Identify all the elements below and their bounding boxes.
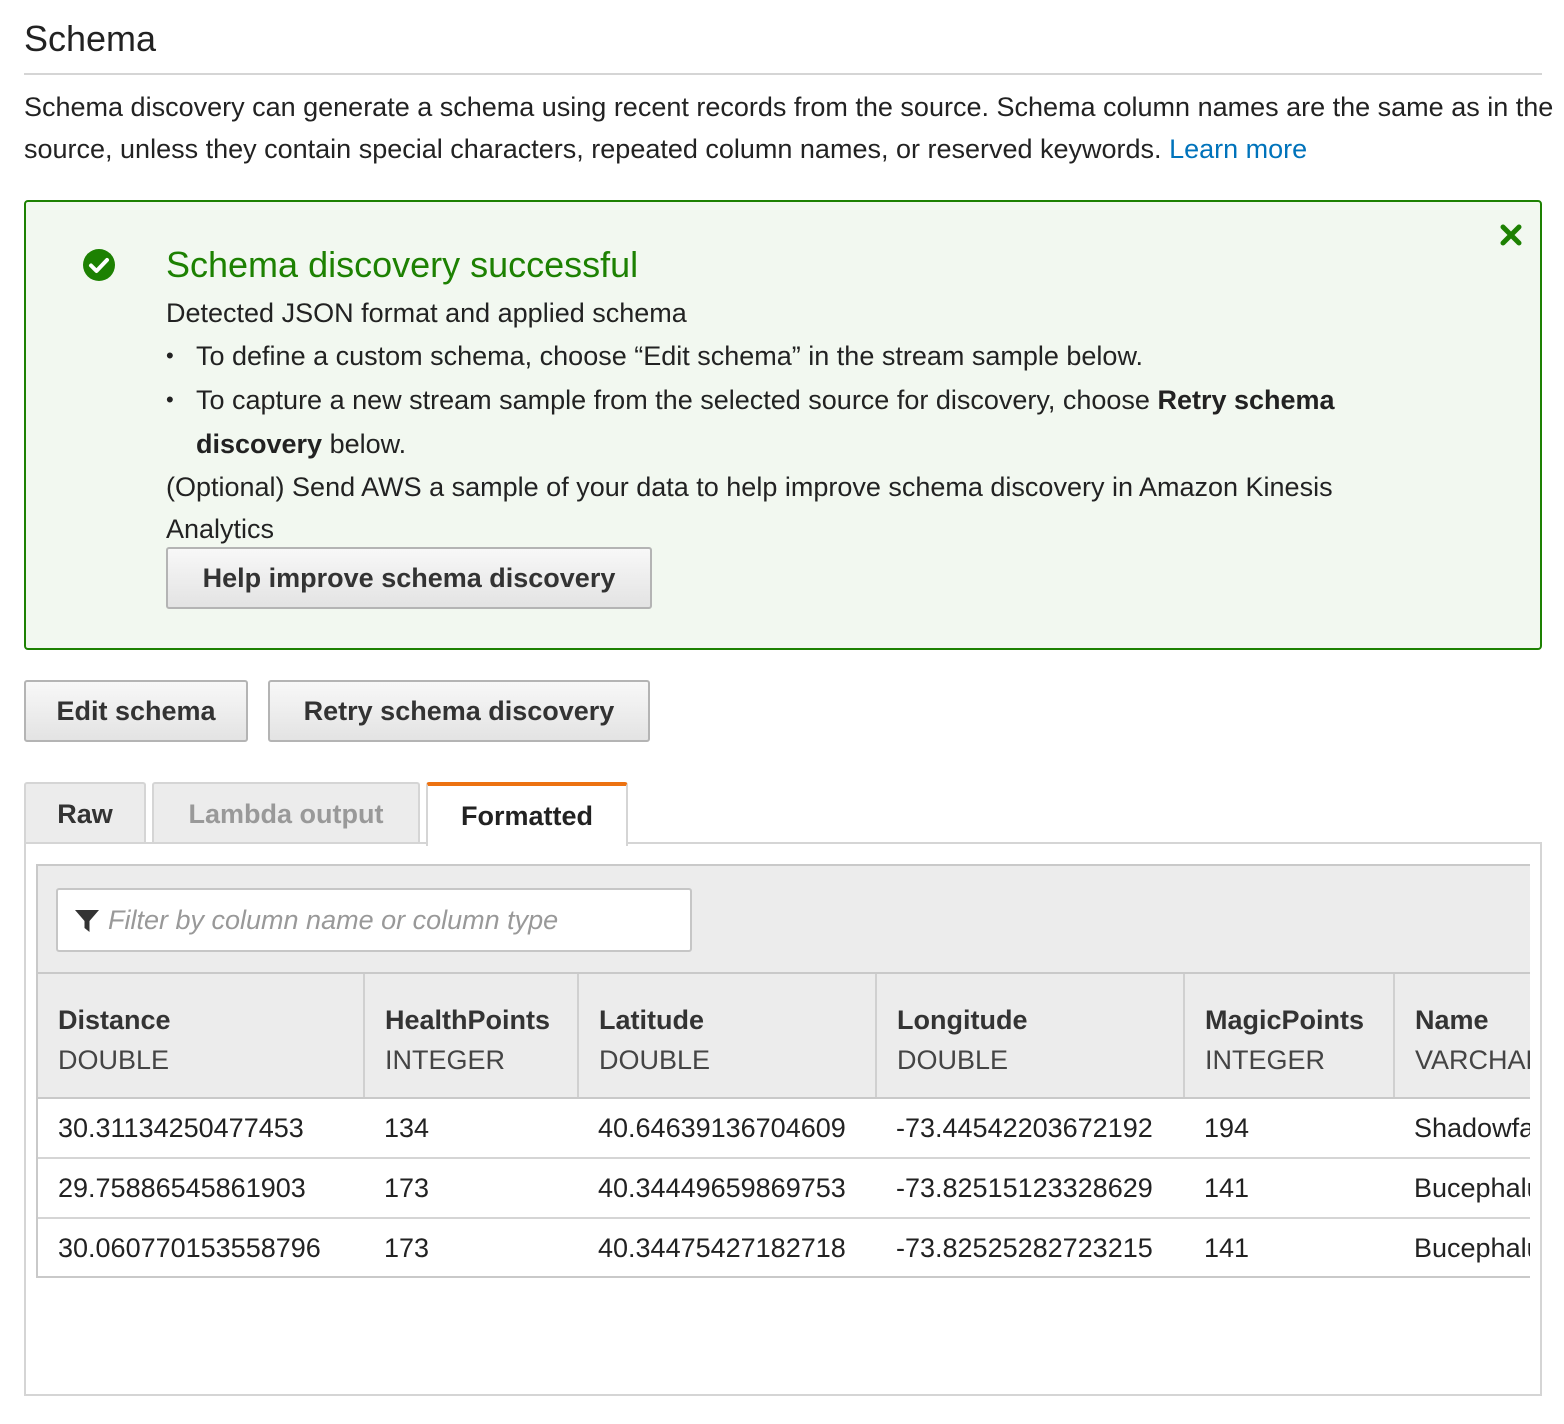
column-header[interactable]: NameVARCHAR (1394, 974, 1530, 1099)
filter-input[interactable] (108, 900, 678, 940)
table-cell: 29.75886545861903 (38, 1158, 364, 1219)
table-cell: -73.44542203672192 (876, 1098, 1184, 1159)
column-header[interactable]: Distance DOUBLE (38, 974, 365, 1099)
help-improve-button[interactable]: Help improve schema discovery (166, 547, 652, 609)
section-title: Schema (24, 18, 157, 59)
alert-title: Schema discovery successful (166, 244, 639, 285)
table-cell: 30.31134250477453 (38, 1098, 364, 1159)
table-header-row: Distance DOUBLE HealthPoints INTEGER Latit… (38, 974, 1530, 1099)
table-row: 29.75886545861903 173 40.34449659869753 … (38, 1158, 1530, 1219)
table-cell: Shadowfax (1394, 1098, 1530, 1159)
description-text: Schema discovery can generate a schema u… (24, 92, 1554, 164)
table-cell: 40.34475427182718 (598, 1233, 846, 1263)
retry-schema-button[interactable]: Retry schema discovery (268, 680, 650, 742)
success-alert: Schema discovery successful Detected JSO… (24, 200, 1542, 650)
table-cell: 40.34449659869753 (578, 1158, 876, 1219)
filter-box[interactable] (56, 888, 692, 952)
title-divider (24, 73, 1542, 75)
table-cell: 141 (1184, 1158, 1394, 1219)
grid-toolbar (38, 866, 1530, 974)
table-cell: 173 (364, 1158, 578, 1219)
tab-formatted[interactable]: Formatted (426, 782, 628, 846)
schema-grid: DistanceDOUBLE HealthPointsINTEGER Latit… (36, 864, 1530, 1278)
table-cell: 194 (1184, 1098, 1394, 1159)
filter-icon (75, 910, 99, 932)
column-header[interactable]: Latitude DOUBLE (578, 974, 877, 1099)
close-icon[interactable] (1496, 220, 1526, 250)
alert-bullet-list: To define a custom schema, choose “Edit … (166, 334, 1426, 466)
schema-table: Distance DOUBLE HealthPoints INTEGER Latit… (38, 974, 1530, 1276)
alert-optional-text: (Optional) Send AWS a sample of your dat… (166, 472, 1333, 544)
tab-lambda-output[interactable]: Lambda output (152, 782, 420, 844)
table-cell: 134 (364, 1098, 578, 1159)
table-cell: Bucephalus (1414, 1233, 1530, 1263)
table-cell: 141 (1204, 1233, 1250, 1263)
table-cell: 40.64639136704609 (578, 1098, 876, 1159)
section-description: Schema discovery can generate a schema u… (24, 86, 1554, 170)
column-header[interactable]: HealthPoints INTEGER (364, 974, 579, 1099)
learn-more-link[interactable]: Learn more (1169, 134, 1307, 164)
alert-body: Detected JSON format and applied schema … (166, 292, 1426, 550)
table-cell: 30.060770153558796 (58, 1233, 321, 1263)
table-cell: Bucephalus (1394, 1158, 1530, 1219)
alert-bullet-retry: To capture a new stream sample from the … (166, 378, 1426, 466)
table-cell: -73.82525282723215 (896, 1233, 1153, 1263)
column-header[interactable]: Longitude DOUBLE (876, 974, 1185, 1099)
check-circle-icon (83, 249, 115, 281)
table-cell: -73.82515123328629 (876, 1158, 1184, 1219)
alert-bullet-edit: To define a custom schema, choose “Edit … (166, 334, 1426, 378)
edit-schema-button[interactable]: Edit schema (24, 680, 248, 742)
table-row: 30.31134250477453 134 40.64639136704609 … (38, 1098, 1530, 1159)
table-row: 30.060770153558796 173 40.34475427182718… (38, 1218, 1530, 1276)
alert-detected-text: Detected JSON format and applied schema (166, 298, 687, 328)
table-cell: 173 (384, 1233, 430, 1263)
tab-raw[interactable]: Raw (24, 782, 146, 844)
column-header[interactable]: MagicPoints INTEGER (1184, 974, 1395, 1099)
